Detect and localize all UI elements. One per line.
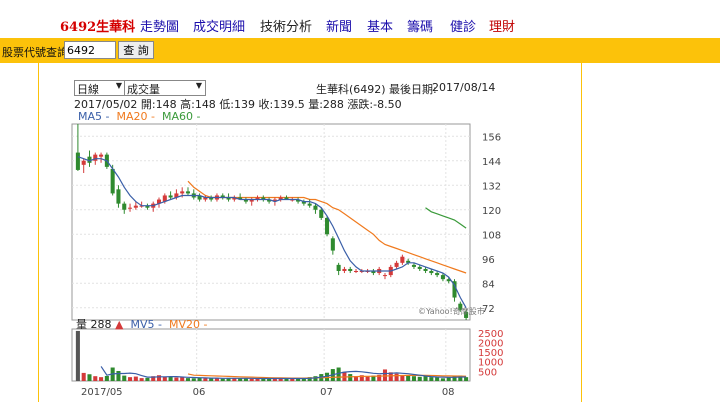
- ohlc-close: 收:139.5: [258, 98, 305, 111]
- ma5-legend: MA5 -: [78, 110, 110, 123]
- stock-name: 生華科(6492): [316, 83, 386, 96]
- nav-current-stock[interactable]: 6492生華科: [60, 16, 135, 35]
- search-bar: 股票代號查詢 查 詢: [0, 38, 720, 63]
- search-label: 股票代號查詢: [2, 46, 68, 59]
- nav-chips[interactable]: 籌碼: [407, 16, 433, 35]
- nav-trend-chart[interactable]: 走勢圖: [140, 16, 179, 35]
- ohlc-change: 漲跌:-8.50: [347, 98, 402, 111]
- ohlc-low: 低:139: [219, 98, 256, 111]
- stock-code-input[interactable]: [64, 41, 116, 59]
- indicator-select[interactable]: 成交量 ▼: [124, 80, 206, 96]
- period-select[interactable]: 日線 ▼: [74, 80, 126, 96]
- last-date-label: 最後日期:: [389, 83, 437, 96]
- nav-finance[interactable]: 理財: [489, 16, 515, 35]
- mv5-legend: MV5 -: [130, 318, 162, 331]
- chevron-down-icon: ▼: [115, 81, 122, 90]
- ma60-legend: MA60 -: [161, 110, 201, 123]
- mv20-legend: MV20 -: [168, 318, 208, 331]
- ma20-legend: MA20 -: [116, 110, 155, 123]
- nav-news[interactable]: 新聞: [326, 16, 352, 35]
- ohlc-volume: 量:288: [308, 98, 344, 111]
- nav-health[interactable]: 健診: [450, 16, 476, 35]
- ma-legend: MA5 - MA20 - MA60 -: [78, 110, 200, 123]
- nav-technical-analysis[interactable]: 技術分析: [260, 16, 312, 35]
- indicator-select-value: 成交量: [127, 83, 160, 96]
- search-button[interactable]: 查 詢: [118, 41, 154, 59]
- chevron-down-icon: ▼: [195, 81, 202, 90]
- triangle-up-icon: ▲: [115, 318, 124, 331]
- volume-legend-label: 量 288: [76, 318, 112, 331]
- top-nav: 6492生華科 走勢圖 成交明細 技術分析 新聞 基本 籌碼 健診 理財: [0, 0, 720, 38]
- nav-basic[interactable]: 基本: [367, 16, 393, 35]
- last-date: 2017/08/14: [432, 81, 496, 94]
- volume-legend: 量 288 ▲ MV5 - MV20 -: [76, 316, 207, 332]
- nav-trade-details[interactable]: 成交明細: [193, 16, 245, 35]
- period-select-value: 日線: [77, 83, 99, 96]
